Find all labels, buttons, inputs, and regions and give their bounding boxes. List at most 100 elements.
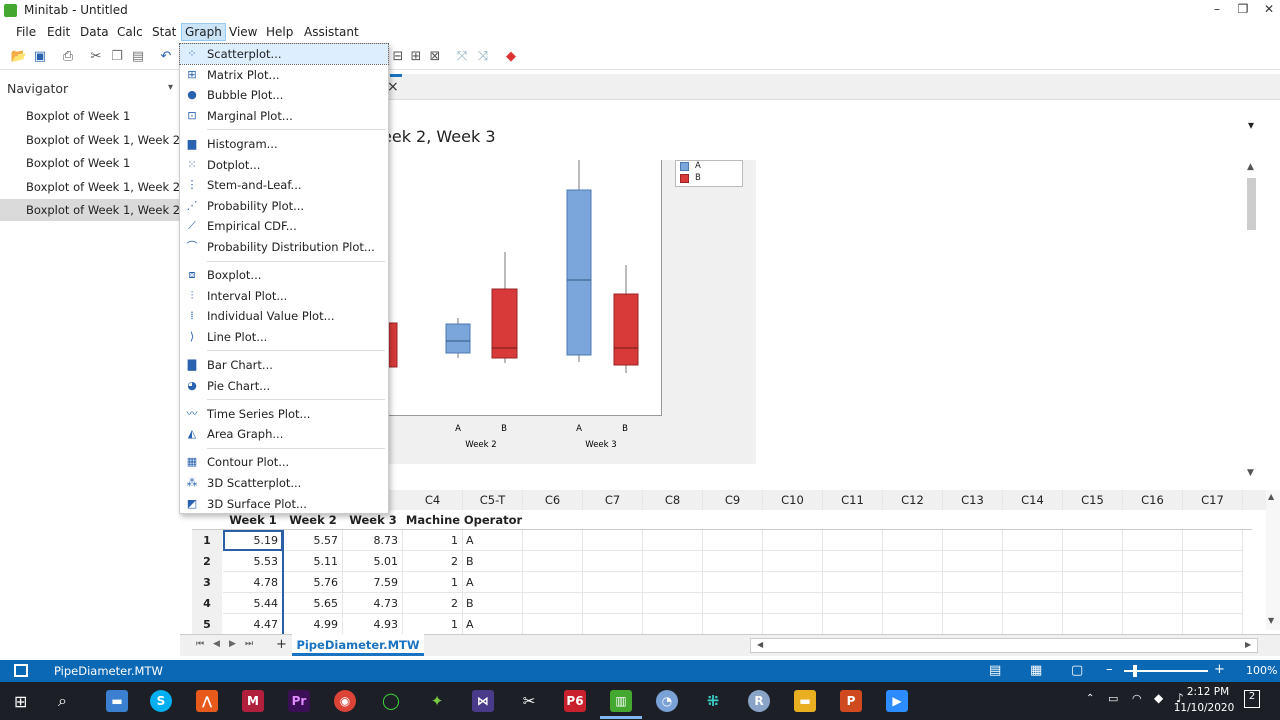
print-icon[interactable]: ⎙ bbox=[59, 48, 77, 66]
data-cell[interactable]: 5.53 bbox=[223, 551, 283, 572]
graph-menu-item[interactable]: 〰 Time Series Plot... bbox=[180, 404, 388, 424]
graph-menu-item[interactable]: ⁘ Scatterplot... bbox=[179, 43, 389, 65]
graph-menu-item[interactable]: ⫶ Interval Plot... bbox=[180, 286, 388, 306]
data-cell[interactable]: 4.73 bbox=[343, 593, 403, 614]
empty-cell[interactable] bbox=[763, 551, 823, 572]
empty-cell[interactable] bbox=[1183, 614, 1243, 635]
data-cell[interactable]: 2 bbox=[403, 551, 463, 572]
var-header[interactable]: Operator bbox=[463, 510, 523, 530]
empty-cell[interactable] bbox=[1123, 551, 1183, 572]
cluster-app-icon[interactable]: ⁜ bbox=[702, 690, 724, 712]
empty-cell[interactable] bbox=[703, 572, 763, 593]
data-cell[interactable]: 1 bbox=[403, 530, 463, 551]
menu-calc[interactable]: Calc bbox=[117, 25, 143, 39]
next-sheet-icon[interactable]: ▶ bbox=[229, 639, 236, 649]
data-cell[interactable]: 1 bbox=[403, 572, 463, 593]
empty-cell[interactable] bbox=[1123, 530, 1183, 551]
zoom-out-button[interactable]: – bbox=[1106, 662, 1113, 677]
worksheet-vertical-scrollbar[interactable]: ▲ ▼ bbox=[1266, 490, 1280, 630]
empty-cell[interactable] bbox=[763, 530, 823, 551]
data-cell[interactable]: 5.44 bbox=[223, 593, 283, 614]
row-number[interactable]: 4 bbox=[192, 593, 222, 614]
data-cell[interactable]: A bbox=[463, 614, 523, 635]
empty-cell[interactable] bbox=[943, 593, 1003, 614]
empty-cell[interactable] bbox=[883, 593, 943, 614]
graph-menu-item[interactable]: ◭ Area Graph... bbox=[180, 424, 388, 444]
empty-cell[interactable] bbox=[823, 551, 883, 572]
empty-cell[interactable] bbox=[1063, 551, 1123, 572]
graph-menu-item[interactable]: ▇ Bar Chart... bbox=[180, 355, 388, 375]
data-cell[interactable]: B bbox=[463, 593, 523, 614]
zoom-video-icon[interactable]: ▶ bbox=[886, 690, 908, 712]
minimize-button[interactable]: – bbox=[1204, 2, 1230, 20]
row-number[interactable]: 3 bbox=[192, 572, 222, 593]
empty-cell[interactable] bbox=[703, 530, 763, 551]
var-header[interactable]: Machine bbox=[403, 510, 463, 530]
network-icon[interactable]: ◠ bbox=[1132, 692, 1142, 705]
primavera-p6-icon[interactable]: P6 bbox=[564, 690, 586, 712]
output-view-icon[interactable]: ▢ bbox=[1071, 663, 1083, 678]
close-window-button[interactable]: ✕ bbox=[1256, 2, 1280, 20]
menu-stat[interactable]: Stat bbox=[152, 25, 176, 39]
empty-cell[interactable] bbox=[823, 614, 883, 635]
empty-cell[interactable] bbox=[763, 614, 823, 635]
data-cell[interactable]: 5.01 bbox=[343, 551, 403, 572]
scroll-right-icon[interactable]: ▶ bbox=[1245, 640, 1251, 649]
empty-cell[interactable] bbox=[1063, 572, 1123, 593]
file-explorer-app-icon[interactable]: ▬ bbox=[106, 690, 128, 712]
data-cell[interactable]: 4.99 bbox=[283, 614, 343, 635]
empty-cell[interactable] bbox=[1003, 572, 1063, 593]
data-cell[interactable]: B bbox=[463, 551, 523, 572]
graph-menu-item[interactable]: ▦ Contour Plot... bbox=[180, 452, 388, 472]
empty-cell[interactable] bbox=[823, 572, 883, 593]
search-icon[interactable]: ⌕ bbox=[58, 691, 67, 711]
scroll-up-icon[interactable]: ▲ bbox=[1247, 162, 1254, 172]
open-icon[interactable]: 📂 bbox=[10, 48, 28, 66]
graph-menu-item[interactable]: ⊞ Matrix Plot... bbox=[180, 65, 388, 85]
graph-menu-item[interactable]: ⊡ Marginal Plot... bbox=[180, 106, 388, 126]
scroll-up-icon[interactable]: ▲ bbox=[1268, 492, 1274, 501]
empty-cell[interactable] bbox=[1063, 614, 1123, 635]
clock-time[interactable]: 2:12 PM bbox=[1180, 686, 1236, 698]
data-cell[interactable]: 8.73 bbox=[343, 530, 403, 551]
column-id-header[interactable]: C9 bbox=[703, 490, 763, 510]
matlab-icon[interactable]: ⋀ bbox=[196, 690, 218, 712]
horizontal-scrollbar[interactable]: ◀ ▶ bbox=[750, 638, 1258, 653]
empty-cell[interactable] bbox=[643, 593, 703, 614]
empty-cell[interactable] bbox=[1123, 572, 1183, 593]
prev-sheet-icon[interactable]: ◀ bbox=[213, 639, 220, 649]
row-number[interactable]: 2 bbox=[192, 551, 222, 572]
scroll-left-icon[interactable]: ◀ bbox=[757, 640, 763, 649]
graph-menu-item[interactable]: ⁂ 3D Scatterplot... bbox=[180, 473, 388, 493]
menu-assistant[interactable]: Assistant bbox=[304, 25, 359, 39]
empty-cell[interactable] bbox=[643, 551, 703, 572]
empty-cell[interactable] bbox=[1183, 593, 1243, 614]
graph-menu-item[interactable]: ◕ Pie Chart... bbox=[180, 376, 388, 396]
empty-cell[interactable] bbox=[703, 593, 763, 614]
premiere-icon[interactable]: Pr bbox=[288, 690, 310, 712]
powerpoint-icon[interactable]: P bbox=[840, 690, 862, 712]
paste-icon[interactable]: ▤ bbox=[129, 48, 147, 66]
clock-date[interactable]: 11/10/2020 bbox=[1172, 702, 1236, 714]
empty-cell[interactable] bbox=[823, 593, 883, 614]
empty-cell[interactable] bbox=[943, 572, 1003, 593]
empty-cell[interactable] bbox=[1003, 551, 1063, 572]
scroll-thumb[interactable] bbox=[1247, 178, 1256, 230]
column-id-header[interactable]: C4 bbox=[403, 490, 463, 510]
navigator-item[interactable]: Boxplot of Week 1, Week 2, ... bbox=[0, 129, 180, 151]
column-id-header[interactable]: C8 bbox=[643, 490, 703, 510]
column-id-header[interactable]: C10 bbox=[763, 490, 823, 510]
empty-cell[interactable] bbox=[943, 551, 1003, 572]
zoom-in-button[interactable]: + bbox=[1214, 662, 1225, 677]
data-cell[interactable]: 7.59 bbox=[343, 572, 403, 593]
data-cell[interactable]: 5.57 bbox=[283, 530, 343, 551]
empty-cell[interactable] bbox=[523, 530, 583, 551]
data-cell[interactable]: 5.76 bbox=[283, 572, 343, 593]
zoom-slider[interactable] bbox=[1124, 665, 1208, 677]
empty-cell[interactable] bbox=[1183, 572, 1243, 593]
column-id-header[interactable]: C17 bbox=[1183, 490, 1243, 510]
empty-cell[interactable] bbox=[583, 572, 643, 593]
graph-menu-item[interactable]: ⌒ Probability Distribution Plot... bbox=[180, 237, 388, 257]
empty-cell[interactable] bbox=[583, 593, 643, 614]
green-circle-app-icon[interactable]: ◯ bbox=[380, 690, 402, 712]
